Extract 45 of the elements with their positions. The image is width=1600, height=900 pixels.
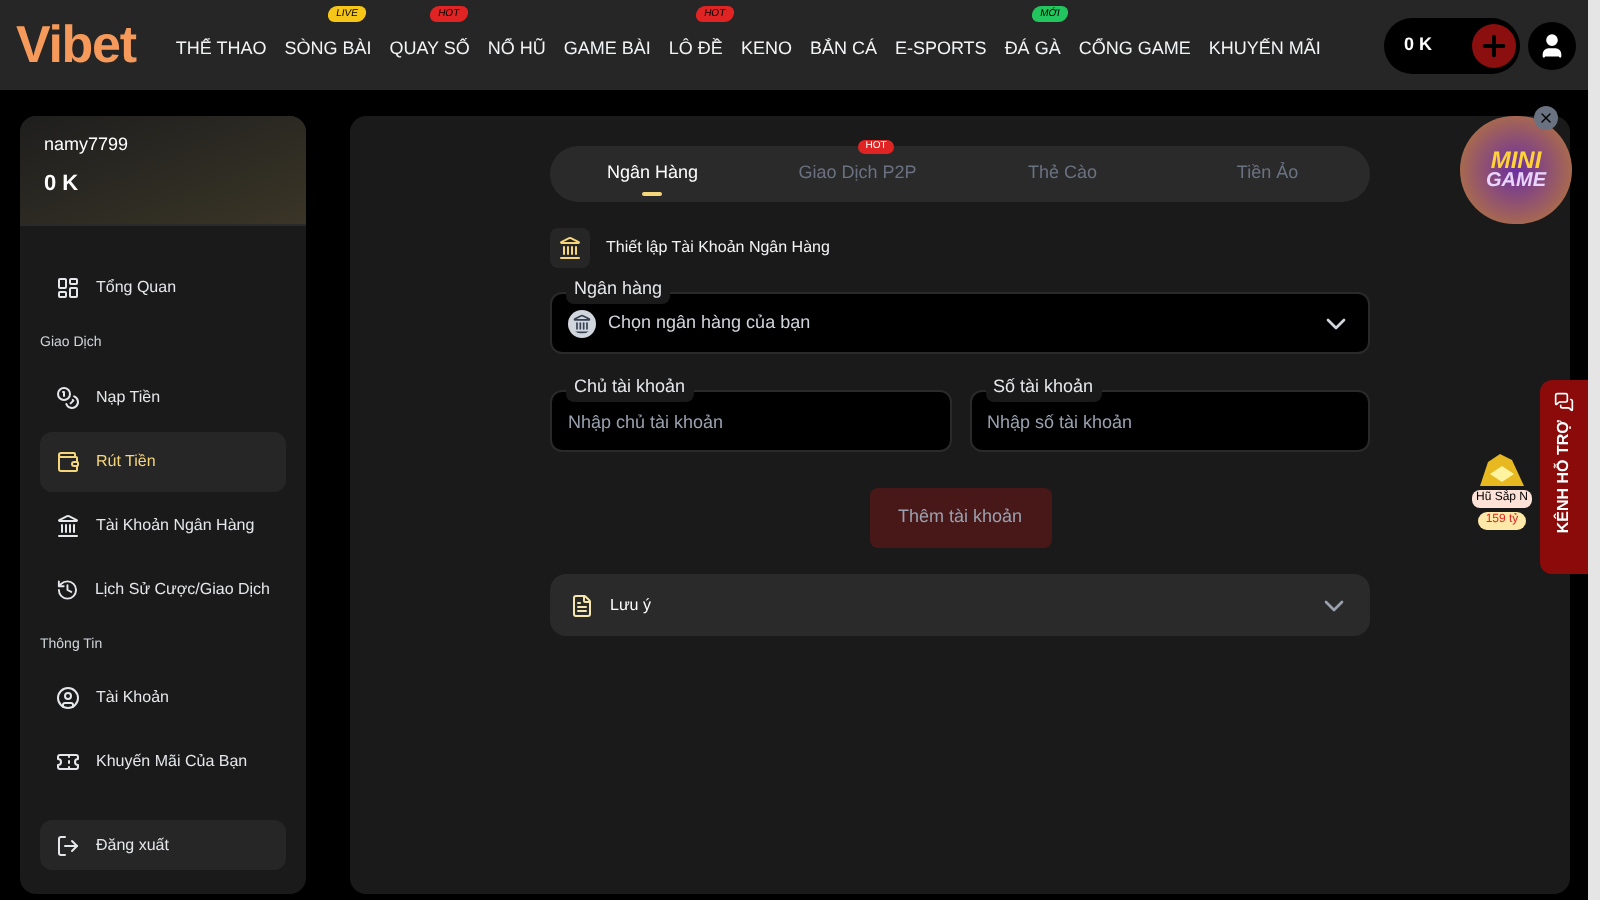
nav-link[interactable]: NỔ HŨ <box>487 37 546 57</box>
select-placeholder: Chọn ngân hàng của bạn <box>608 309 813 336</box>
profile-button[interactable] <box>1528 21 1576 69</box>
sidebar-item[interactable]: Tài Khoản Ngân Hàng <box>40 495 286 555</box>
nav-link[interactable]: LÔ ĐỀ <box>668 37 723 57</box>
nav-link[interactable]: GAME BÀI <box>563 37 651 57</box>
treasure-icon <box>1476 450 1528 490</box>
nav-link[interactable]: BẮN CÁ <box>809 37 877 57</box>
nav-link[interactable]: E-SPORTS <box>894 37 987 57</box>
bank-icon <box>558 236 582 260</box>
sidebar-item[interactable]: Rút Tiền <box>40 431 286 491</box>
balance-text: 0 K <box>1404 31 1435 58</box>
nav-link[interactable]: ĐÁ GÀ <box>1004 37 1061 57</box>
field-label: Chủ tài khoản <box>566 374 694 401</box>
close-button[interactable] <box>1534 106 1558 130</box>
field-label: Ngân hàng <box>566 276 671 303</box>
close-icon <box>1538 110 1554 126</box>
section-title: Thiết lập Tài Khoản Ngân Hàng <box>606 236 830 260</box>
input-field[interactable]: Nhập số tài khoản <box>969 390 1370 452</box>
input-field[interactable]: Nhập chủ tài khoản <box>550 390 951 452</box>
sidebar-item[interactable]: Tài Khoản <box>40 668 286 728</box>
sidebar-item[interactable]: Nạp Tiền <box>40 367 286 427</box>
plus-icon <box>1478 29 1510 61</box>
logout-icon <box>56 833 80 857</box>
user-icon <box>1538 31 1566 59</box>
bank-icon <box>568 309 596 337</box>
sidebar-item[interactable]: Lịch Sử Cược/Giao Dịch <box>40 559 286 619</box>
note-accordion[interactable]: Lưu ý <box>550 574 1370 636</box>
logout-button[interactable]: Đăng xuất <box>40 820 286 870</box>
note-icon <box>570 593 594 617</box>
sidebar-item[interactable]: Tổng Quan <box>40 258 286 318</box>
nav-link[interactable]: THỂ THAO <box>175 37 267 57</box>
nav-link[interactable]: CỔNG GAME <box>1078 37 1191 57</box>
sidebar-item[interactable]: Khuyến Mãi Của Bạn <box>40 732 286 792</box>
account-balance: 0 K <box>44 169 81 199</box>
nav-link[interactable]: SÒNG BÀI <box>284 37 372 57</box>
logo[interactable]: Vibet <box>16 6 136 84</box>
nav-link[interactable]: KENO <box>740 37 792 57</box>
username: namy7799 <box>44 132 131 158</box>
field-label: Số tài khoản <box>985 374 1102 401</box>
tab[interactable]: Ngân Hàng <box>550 146 755 202</box>
nav-link[interactable]: KHUYẾN MÃI <box>1208 37 1321 57</box>
chat-icon <box>1554 392 1574 412</box>
support-tab[interactable]: KÊNH HỖ TRỢ <box>1540 380 1588 574</box>
nav-link[interactable]: QUAY SỐ <box>389 37 470 57</box>
